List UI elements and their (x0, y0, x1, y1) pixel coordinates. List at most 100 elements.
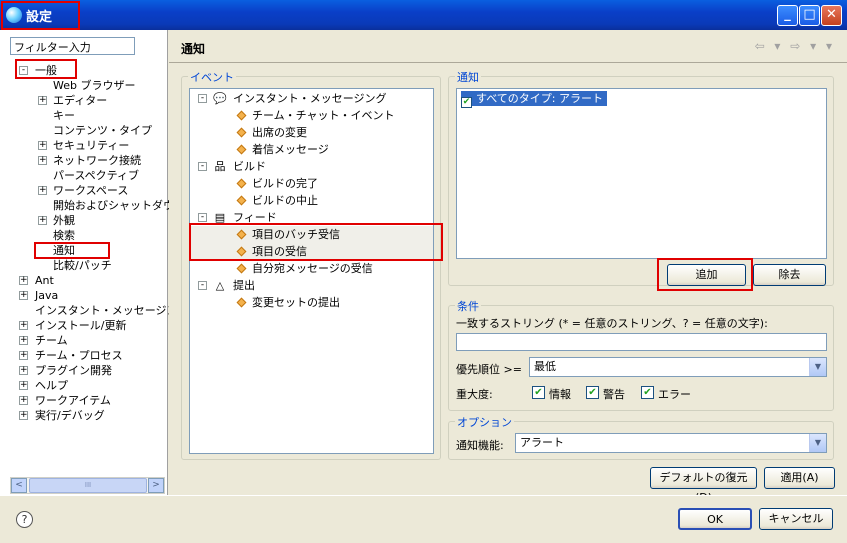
tree-item[interactable]: + 実行/デバッグ (0, 408, 168, 423)
notifications-list[interactable]: ✔ すべてのタイプ: アラート (456, 88, 827, 259)
expand-icon[interactable]: + (19, 381, 28, 390)
priority-select[interactable]: 最低 ▼ (529, 357, 827, 377)
severity-warning-checkbox[interactable]: ✔ (586, 386, 599, 399)
collapse-icon[interactable]: - (198, 213, 207, 222)
match-string-input[interactable] (456, 333, 827, 351)
annotation-box-feed-items (189, 223, 443, 261)
tree-item[interactable]: + セキュリティー (0, 138, 168, 153)
event-item[interactable]: 自分宛メッセージの受信 (190, 260, 433, 277)
event-item[interactable]: ビルドの中止 (190, 192, 433, 209)
tree-item[interactable]: + プラグイン開発 (0, 363, 168, 378)
collapse-icon[interactable]: - (198, 94, 207, 103)
tree-item[interactable]: + チーム・プロセス (0, 348, 168, 363)
cancel-button[interactable]: キャンセル (759, 508, 833, 530)
expand-icon[interactable]: + (19, 321, 28, 330)
tree-item[interactable]: インスタント・メッセージング (0, 303, 189, 318)
preference-tree-panel: フィルター入力 - 一般 Web ブラウザー + エディター キー コンテンツ・タイプ + セキ… (0, 30, 189, 495)
event-category[interactable]: - △ 提出 (190, 277, 433, 294)
minimize-button[interactable]: _ (777, 5, 798, 26)
tree-item[interactable]: 比較/パッチ (0, 258, 168, 273)
tree-item[interactable]: + エディター (0, 93, 168, 108)
expand-icon[interactable]: + (19, 351, 28, 360)
restore-defaults-button[interactable]: デフォルトの復元(D) (650, 467, 757, 504)
tree-item[interactable]: + Java (0, 288, 168, 303)
expand-icon[interactable]: + (19, 291, 28, 300)
tree-item-label: ヘルプ (35, 379, 68, 392)
tree-item-label: インスタント・メッセージング (35, 304, 189, 317)
events-list[interactable]: - 💬 インスタント・メッセージング チーム・チャット・イベント 出席の変更着信メッセー… (189, 88, 434, 454)
filter-input[interactable]: フィルター入力 (10, 37, 135, 55)
event-category[interactable]: - 💬 インスタント・メッセージング (190, 90, 433, 107)
annotation-box-general (15, 59, 77, 79)
event-item-icon (236, 127, 247, 138)
annotation-box-notification (34, 242, 110, 259)
scroll-grip: III (84, 481, 92, 489)
tree-item[interactable]: + ワークアイテム (0, 393, 168, 408)
event-item[interactable]: ビルドの完了 (190, 175, 433, 192)
expand-icon[interactable]: + (38, 96, 47, 105)
tree-item[interactable]: Web ブラウザー (0, 78, 168, 93)
notification-item[interactable]: ✔ すべてのタイプ: アラート (461, 91, 607, 108)
scroll-left-icon[interactable]: < (11, 478, 27, 493)
options-group-label: オプション (455, 414, 514, 430)
expand-icon[interactable]: + (19, 366, 28, 375)
expand-icon[interactable]: + (19, 276, 28, 285)
ok-button[interactable]: OK (678, 508, 752, 530)
close-button[interactable]: ✕ (821, 5, 842, 26)
expand-icon[interactable]: + (38, 186, 47, 195)
title-bar: 設定 _ □ ✕ (0, 0, 847, 30)
match-string-label: 一致するストリング (* = 任意のストリング、? = 任意の文字): (456, 317, 768, 330)
severity-info-checkbox[interactable]: ✔ (532, 386, 545, 399)
scroll-thumb[interactable]: III (29, 478, 147, 493)
chevron-down-icon[interactable]: ▼ (809, 434, 826, 452)
scroll-right-icon[interactable]: > (148, 478, 164, 493)
tree-item[interactable]: コンテンツ・タイプ (0, 123, 168, 138)
collapse-icon[interactable]: - (198, 162, 207, 171)
event-item-label: ビルドの完了 (252, 177, 318, 190)
conditions-group: 条件 一致するストリング (* = 任意のストリング、? = 任意の文字): 優… (448, 298, 834, 411)
tree-horizontal-scrollbar[interactable]: < III > (10, 477, 165, 494)
delta-icon: △ (215, 279, 225, 292)
tree-item[interactable]: + ネットワーク接続 (0, 153, 168, 168)
maximize-button[interactable]: □ (799, 5, 820, 26)
tree-item-label: チーム・プロセス (35, 349, 123, 362)
mechanism-select[interactable]: アラート ▼ (515, 433, 827, 453)
event-category[interactable]: - 品ビルド (190, 158, 433, 175)
tree-item[interactable]: + 外観 (0, 213, 168, 228)
tree-item[interactable]: パースペクティブ (0, 168, 168, 183)
event-item[interactable]: 出席の変更 (190, 124, 433, 141)
tree-item[interactable]: 開始およびシャットダウン (0, 198, 185, 213)
event-item-label: 着信メッセージ (252, 143, 329, 156)
apply-button[interactable]: 適用(A) (764, 467, 835, 489)
expand-icon[interactable]: + (19, 411, 28, 420)
event-item[interactable]: チーム・チャット・イベント (190, 107, 433, 124)
event-item-icon (236, 195, 247, 206)
notification-item-checkbox[interactable]: ✔ (461, 97, 472, 108)
collapse-icon[interactable]: - (198, 281, 207, 290)
tree-item[interactable]: + インストール/更新 (0, 318, 168, 333)
tree-item[interactable]: キー (0, 108, 168, 123)
expand-icon[interactable]: + (38, 141, 47, 150)
expand-icon[interactable]: + (19, 396, 28, 405)
notification-item-label: すべてのタイプ: アラート (476, 92, 603, 105)
severity-info-label: 情報 (549, 388, 571, 401)
priority-value: 最低 (534, 360, 556, 373)
tree-item[interactable]: + Ant (0, 273, 168, 288)
mechanism-value: アラート (520, 436, 564, 449)
remove-button[interactable]: 除去 (753, 264, 826, 286)
severity-error-checkbox[interactable]: ✔ (641, 386, 654, 399)
event-item[interactable]: 着信メッセージ (190, 141, 433, 158)
tree-item[interactable]: + ヘルプ (0, 378, 168, 393)
tree-item[interactable]: 検索 (0, 228, 168, 243)
tree-item[interactable]: + チーム (0, 333, 168, 348)
expand-icon[interactable]: + (38, 156, 47, 165)
tree-item[interactable]: + ワークスペース (0, 183, 168, 198)
event-item-icon (236, 297, 247, 308)
expand-icon[interactable]: + (38, 216, 47, 225)
page-navigation[interactable]: ⇦ ▾ ⇨ ▾ ▾ (755, 39, 835, 53)
expand-icon[interactable]: + (19, 336, 28, 345)
help-icon[interactable]: ? (16, 511, 33, 528)
events-group-label: イベント (188, 69, 236, 85)
event-item[interactable]: 変更セットの提出 (190, 294, 433, 311)
chevron-down-icon[interactable]: ▼ (809, 358, 826, 376)
